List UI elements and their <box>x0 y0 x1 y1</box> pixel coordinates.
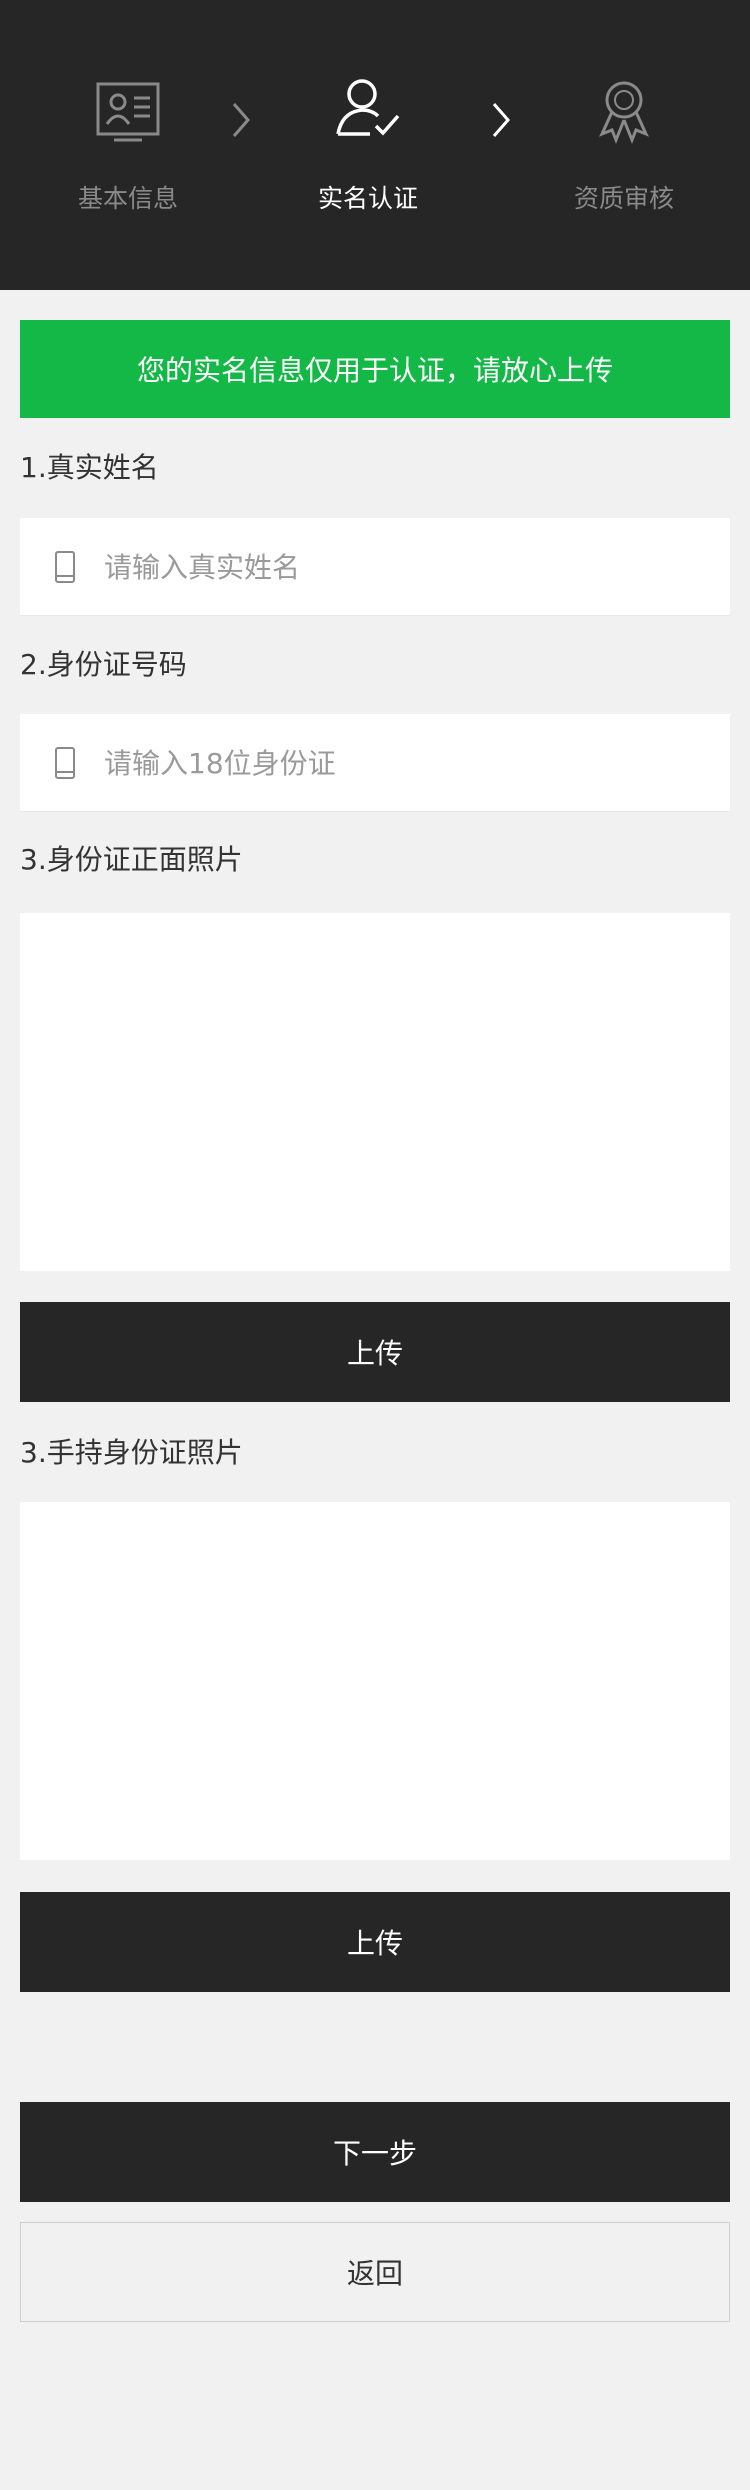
id-front-photo-title: 3.身份证正面照片 <box>20 843 243 876</box>
upload-handheld-button[interactable]: 上传 <box>20 1892 730 1992</box>
phone-icon <box>55 551 75 583</box>
next-step-button[interactable]: 下一步 <box>20 2102 730 2202</box>
id-front-photo-preview <box>20 913 730 1271</box>
step-basic-info: 基本信息 <box>28 70 228 214</box>
privacy-notice-banner: 您的实名信息仅用于认证，请放心上传 <box>20 320 730 418</box>
step-header: 基本信息 实名认证 资质审核 <box>0 0 750 290</box>
award-ribbon-icon <box>599 81 649 145</box>
handheld-id-photo-title: 3.手持身份证照片 <box>20 1436 243 1469</box>
step-qualification-review: 资质审核 <box>524 70 724 214</box>
chevron-right-icon <box>492 103 510 137</box>
step-real-name: 实名认证 <box>268 70 468 214</box>
back-button[interactable]: 返回 <box>20 2222 730 2322</box>
handheld-id-photo-preview <box>20 1502 730 1860</box>
id-number-input[interactable] <box>104 714 704 812</box>
chevron-right-icon <box>232 103 250 137</box>
real-name-field[interactable] <box>20 518 730 616</box>
step-label: 基本信息 <box>77 184 178 213</box>
user-check-icon <box>336 79 400 136</box>
id-number-field[interactable] <box>20 714 730 812</box>
real-name-title: 1.真实姓名 <box>20 451 159 484</box>
real-name-input[interactable] <box>104 518 704 616</box>
step-label: 实名认证 <box>317 184 418 213</box>
upload-front-button[interactable]: 上传 <box>20 1302 730 1402</box>
id-number-title: 2.身份证号码 <box>20 648 187 681</box>
phone-icon <box>55 747 75 779</box>
step-label: 资质审核 <box>573 184 674 213</box>
id-card-icon <box>96 82 160 142</box>
